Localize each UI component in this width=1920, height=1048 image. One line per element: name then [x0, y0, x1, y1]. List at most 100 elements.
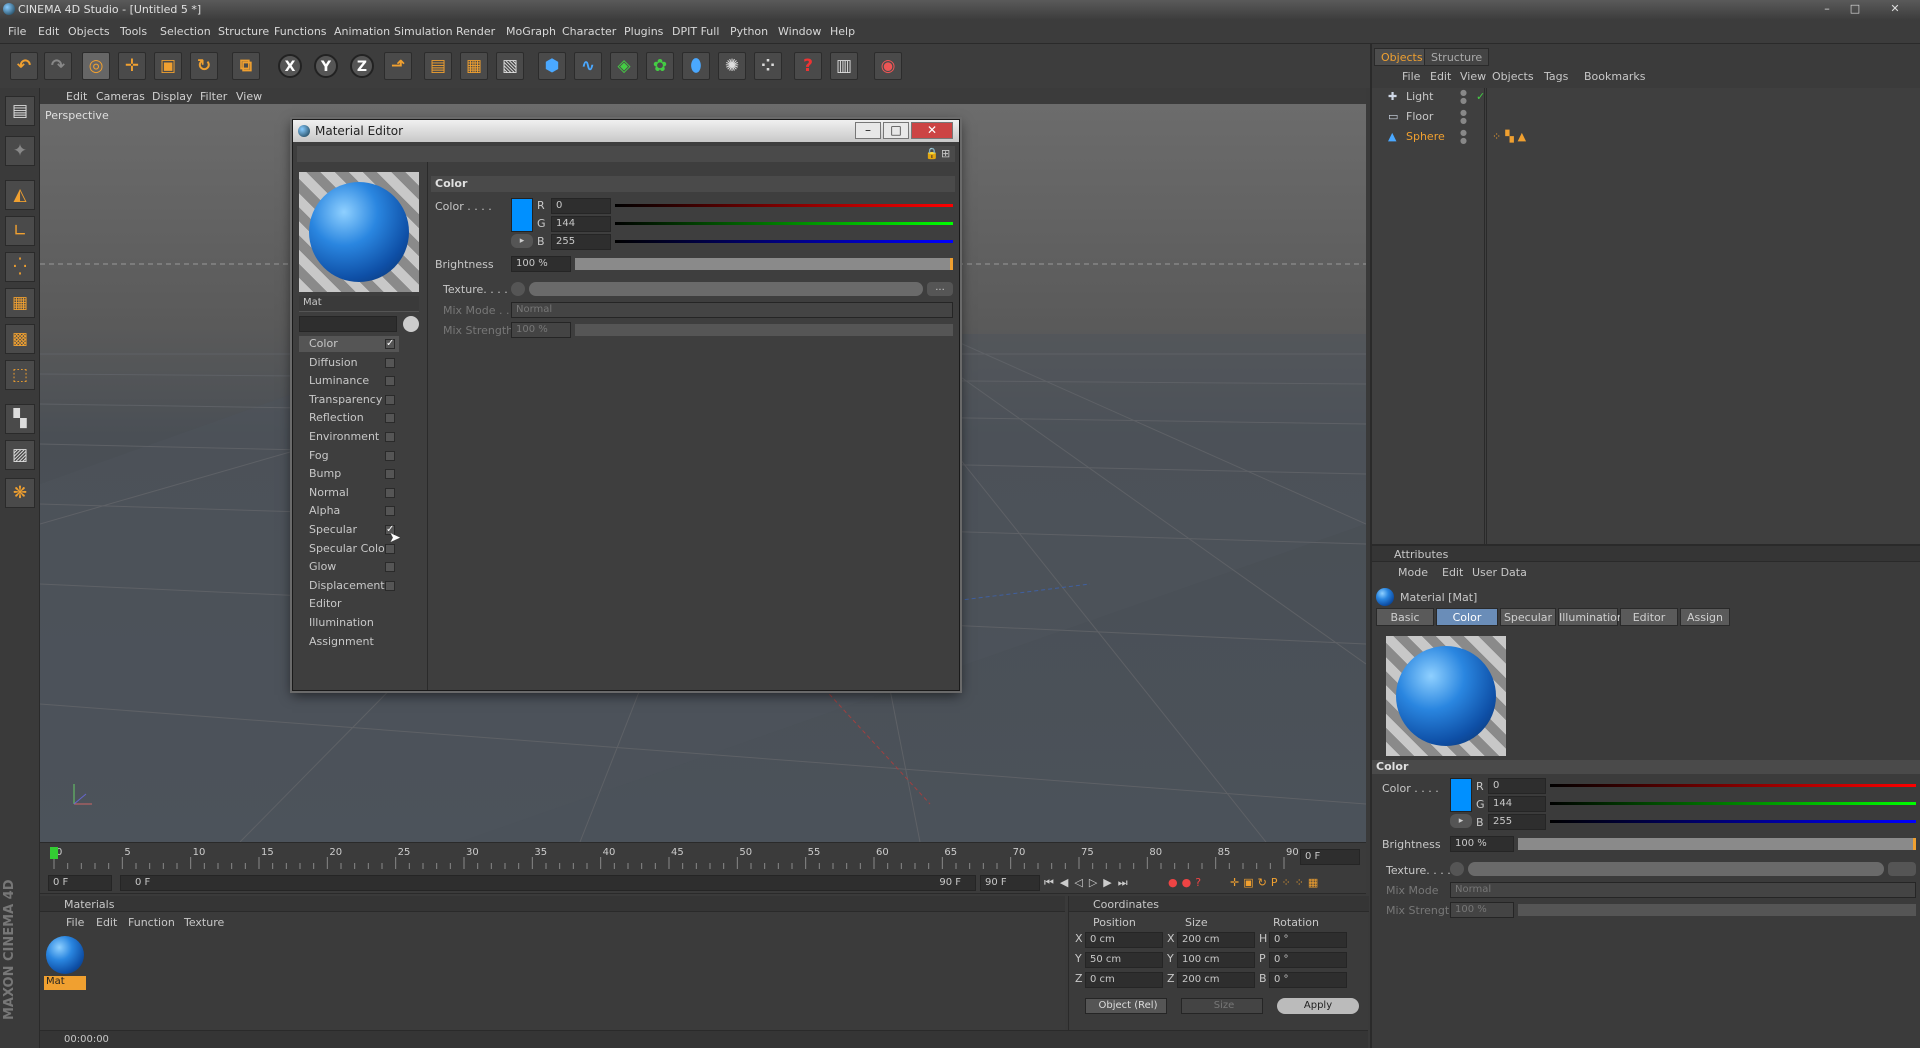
visibility-dots[interactable]: ● ● — [1460, 109, 1467, 125]
live-select-icon[interactable]: ◎ — [82, 52, 110, 80]
coordinate-mode-dropdown[interactable]: Object (Rel) — [1085, 998, 1167, 1014]
brightness-slider[interactable] — [575, 258, 953, 270]
channel-assignment[interactable]: Assignment — [299, 634, 399, 650]
menu-plugins[interactable]: Plugins — [624, 25, 663, 38]
workplane-icon[interactable]: ▨ — [5, 440, 35, 470]
attributes-tab-assign[interactable]: Assign — [1680, 608, 1730, 626]
z-axis-icon[interactable]: Z — [350, 54, 374, 78]
materials-menu-texture[interactable]: Texture — [184, 916, 224, 929]
menu-animation[interactable]: Animation — [334, 25, 390, 38]
material-preview[interactable] — [299, 172, 419, 292]
channel-checkbox[interactable] — [385, 562, 395, 573]
move-icon[interactable]: ✛ — [118, 52, 146, 80]
attributes-tab-specular[interactable]: Specular — [1500, 608, 1556, 626]
end-frame-field[interactable]: 90 F — [980, 875, 1040, 891]
channel-glow[interactable]: Glow — [299, 559, 399, 575]
timeline-ruler[interactable]: 0 5 10 15 20 25 30 35 40 45 50 55 60 65 70 75 80 85 90 0 F — [40, 842, 1366, 872]
channel-normal[interactable]: Normal — [299, 485, 399, 501]
visibility-dots[interactable]: ● ● — [1460, 89, 1467, 105]
render-settings-icon[interactable]: ▧ — [496, 52, 524, 80]
rotation-field[interactable]: 0 ° — [1269, 972, 1347, 988]
texture-browse-button[interactable]: ... — [927, 282, 953, 296]
apply-button[interactable]: Apply — [1277, 998, 1359, 1014]
size-field[interactable]: 100 cm — [1177, 952, 1255, 968]
channel-displacement[interactable]: Displacement — [299, 578, 399, 594]
menu-objects[interactable]: Objects — [68, 25, 110, 38]
channel-color[interactable]: Color ✓ — [299, 336, 399, 352]
uv-mode-icon[interactable]: ⬚ — [5, 360, 35, 390]
menu-edit[interactable]: Edit — [38, 25, 59, 38]
object-row[interactable]: ▲ Sphere ● ● — [1372, 128, 1920, 146]
channel-checkbox[interactable] — [385, 394, 395, 405]
mix-strength-slider[interactable] — [575, 324, 953, 336]
attributes-b-field[interactable]: 255 — [1488, 814, 1546, 830]
viewport-menu-edit[interactable]: Edit — [66, 90, 87, 103]
channel-specular[interactable]: Specular ✓ — [299, 522, 399, 538]
channel-checkbox[interactable] — [385, 413, 395, 424]
attributes-texture-browse[interactable] — [1888, 862, 1916, 876]
sculpt-icon[interactable]: ❋ — [5, 478, 35, 508]
attributes-color-swatch[interactable] — [1450, 778, 1472, 812]
menu-functions[interactable]: Functions — [274, 25, 327, 38]
g-field[interactable]: 144 — [551, 216, 611, 232]
objects-menu-objects[interactable]: Objects — [1492, 70, 1534, 83]
brightness-field[interactable]: 100 % — [511, 256, 571, 272]
viewport-menu-filter[interactable]: Filter — [200, 90, 227, 103]
cube-icon[interactable]: ⬢ — [538, 52, 566, 80]
menu-simulation[interactable]: Simulation — [394, 25, 453, 38]
scale-icon[interactable]: ▣ — [154, 52, 182, 80]
make-editable-icon[interactable]: ✦ — [5, 136, 35, 166]
undo-icon[interactable]: ↶ — [10, 52, 38, 80]
attributes-color-picker-button[interactable]: ▸ — [1450, 814, 1472, 828]
texture-mode-icon[interactable]: ▚ — [5, 404, 35, 434]
sphere-tags[interactable]: ⁘▚▲ — [1492, 130, 1530, 143]
attributes-r-slider[interactable] — [1550, 784, 1916, 787]
mix-mode-dropdown[interactable]: Normal — [511, 302, 953, 318]
rotation-field[interactable]: 0 ° — [1269, 932, 1347, 948]
menu-selection[interactable]: Selection — [160, 25, 211, 38]
channel-reflection[interactable]: Reflection — [299, 410, 399, 426]
start-frame-field[interactable]: 0 F — [48, 875, 112, 891]
menu-render[interactable]: Render — [456, 25, 495, 38]
render-picture-viewer-icon[interactable]: ▦ — [460, 52, 488, 80]
menu-mograph[interactable]: MoGraph — [506, 25, 556, 38]
size-field[interactable]: 200 cm — [1177, 972, 1255, 988]
world-icon[interactable]: ⬏ — [384, 52, 412, 80]
channel-checkbox[interactable] — [385, 357, 395, 368]
attributes-g-slider[interactable] — [1550, 802, 1916, 805]
timeline-icon[interactable]: ▥ — [830, 52, 858, 80]
objects-menu-tags[interactable]: Tags — [1544, 70, 1568, 83]
channel-environment[interactable]: Environment — [299, 429, 399, 445]
playback-buttons[interactable]: ⏮◀◁▷▶⏭ — [1044, 876, 1134, 890]
render-view-icon[interactable]: ▤ — [424, 52, 452, 80]
channel-bump[interactable]: Bump — [299, 466, 399, 482]
close-button[interactable]: ✕ — [1884, 1, 1906, 17]
materials-menu-function[interactable]: Function — [128, 916, 175, 929]
channel-transparency[interactable]: Transparency — [299, 392, 399, 408]
texture-arrow-button[interactable] — [511, 282, 525, 296]
lock-icon[interactable]: 🔒 — [925, 147, 939, 160]
channel-editor[interactable]: Editor — [299, 596, 399, 612]
object-row[interactable]: ✚ Light ● ● — [1372, 88, 1920, 106]
nurbs-icon[interactable]: ◈ — [610, 52, 638, 80]
channel-checkbox[interactable]: ✓ — [385, 339, 395, 349]
record-buttons[interactable]: ●●? — [1168, 876, 1205, 889]
material-editor-minimize-button[interactable]: – — [855, 122, 881, 139]
size-mode-dropdown[interactable]: Size — [1181, 998, 1263, 1014]
tab-objects[interactable]: Objects — [1374, 48, 1430, 66]
attributes-mix-mode-dropdown[interactable]: Normal — [1450, 882, 1916, 898]
menu-dpit-full[interactable]: DPIT Full — [672, 25, 719, 38]
position-field[interactable]: 0 cm — [1085, 972, 1163, 988]
menu-help[interactable]: Help — [830, 25, 855, 38]
model-mode-icon[interactable]: ◭ — [5, 180, 35, 210]
menu-tools[interactable]: Tools — [120, 25, 147, 38]
attributes-tab-editor[interactable]: Editor — [1620, 608, 1678, 626]
position-field[interactable]: 0 cm — [1085, 932, 1163, 948]
y-axis-icon[interactable]: Y — [314, 54, 338, 78]
key-buttons[interactable]: ✛▣↻P⁘⁘▦ — [1230, 876, 1322, 889]
mix-strength-field[interactable]: 100 % — [511, 322, 571, 338]
light-enabled-check-icon[interactable]: ✓ — [1476, 90, 1485, 103]
channel-specular-color[interactable]: Specular Color — [299, 541, 399, 557]
help-icon[interactable]: ? — [794, 52, 822, 80]
timeline-playhead[interactable] — [50, 847, 58, 859]
